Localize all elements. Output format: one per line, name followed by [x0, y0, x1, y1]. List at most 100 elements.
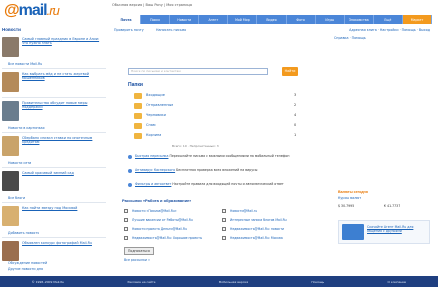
info-text: Пересылайте письма с важными сообщениями… — [169, 154, 290, 158]
info-link[interactable]: Фильтры и автоответ — [135, 182, 171, 186]
subscription-item[interactable]: Лучшие вакансии от Работы@Mail.Ru — [124, 217, 220, 225]
subscription-item[interactable]: Интересные записи блогов Mail.Ru — [222, 217, 318, 225]
news-title[interactable]: Сбербанк снизил ставки по ипотечным кред… — [22, 136, 104, 144]
subscription-checkbox[interactable] — [124, 236, 128, 240]
divider — [2, 68, 106, 69]
promo-image — [342, 224, 364, 240]
subscription-name[interactable]: Новости@Mail.ru — [230, 209, 257, 213]
folder-icon — [134, 113, 142, 119]
subscription-item[interactable]: Недвижимость@Mail.Ru: Хорошие проекты — [124, 235, 220, 243]
agent-promo[interactable]: Скачайте Агент Mail.Ru для общения с дру… — [338, 220, 430, 244]
subscription-item[interactable]: Новости «Письма@Mail.Ru» — [124, 208, 220, 216]
tab-video[interactable]: Видео — [257, 15, 287, 24]
write-letter-link[interactable]: Написать письмо — [156, 28, 186, 32]
info-link[interactable]: Антивирус Касперского — [135, 168, 175, 172]
tab-photo[interactable]: Фото — [287, 15, 316, 24]
all-subscriptions-link[interactable]: Все рассылки » — [124, 258, 150, 262]
news-title[interactable]: Правительство обсудит новые меры поддерж… — [22, 101, 104, 109]
news-link[interactable]: Все блоги — [8, 196, 25, 200]
subscription-name[interactable]: Недвижимость@Mail.Ru: Хорошие проекты — [132, 236, 202, 240]
folder-name[interactable]: Входящие — [146, 93, 165, 97]
subscription-item[interactable]: Новости проекта Деньги@Mail.Ru — [124, 226, 220, 234]
folder-drafts[interactable]: Черновики 4 — [134, 112, 314, 121]
subscription-checkbox[interactable] — [222, 236, 226, 240]
folder-count: 3 — [294, 93, 297, 97]
news-item[interactable]: Правительство обсудит новые меры поддерж… — [2, 99, 106, 125]
subscription-checkbox[interactable] — [124, 227, 128, 231]
news-item[interactable]: Как найти звезду под Москвой — [2, 204, 106, 230]
account-links[interactable]: Адресная книга · Настройки · Помощь · Вы… — [349, 28, 430, 32]
promo-text[interactable]: Скачайте Агент Mail.Ru для общения с дру… — [367, 225, 429, 233]
currency-eur: € 41.7737 — [384, 204, 401, 208]
footer-link[interactable]: Реклама на сайте — [127, 280, 155, 284]
footer-link[interactable]: Мобильная версия — [219, 280, 248, 284]
tab-mail[interactable]: Почта — [112, 15, 142, 24]
subscription-name[interactable]: Недвижимость@Mail.Ru: Москва — [230, 236, 283, 240]
folder-count: 1 — [294, 133, 297, 137]
currency-usd: $ 30.7995 — [338, 204, 355, 208]
subscription-name[interactable]: Интересные записи блогов Mail.Ru — [230, 218, 287, 222]
currency-link[interactable]: Курсы валют — [338, 196, 361, 200]
folder-inbox[interactable]: Входящие 3 — [134, 92, 314, 101]
news-thumbnail — [2, 206, 19, 226]
tab-news[interactable]: Новости — [170, 15, 200, 24]
tab-dating[interactable]: Знакомства — [345, 15, 374, 24]
help-links[interactable]: Справка · Помощь — [334, 36, 434, 40]
news-link[interactable]: Другие новости дня — [8, 267, 43, 271]
folder-trash[interactable]: Корзина 1 — [134, 132, 314, 141]
subscription-checkbox[interactable] — [222, 218, 226, 222]
folder-name[interactable]: Отправленные — [146, 103, 173, 107]
subscription-name[interactable]: Лучшие вакансии от Работы@Mail.Ru — [132, 218, 193, 222]
info-text: Настройте правила для входящей почты и а… — [172, 182, 284, 186]
folder-name[interactable]: Корзина — [146, 133, 161, 137]
folder-name[interactable]: Черновики — [146, 113, 166, 117]
news-item[interactable]: Как выбрать мёд и не стать жертвой мошен… — [2, 70, 106, 96]
folder-icon — [134, 133, 142, 139]
news-link[interactable]: Обсуждение новостей — [8, 261, 47, 265]
top-links-bar[interactable]: Обычная версия | Ваш Pony | Моя страница — [112, 3, 432, 11]
mail-main: Поиск по письмам и контактам Найти Папки… — [112, 36, 320, 276]
tab-my-world[interactable]: Мой Мир — [228, 15, 258, 24]
check-mail-link[interactable]: Проверить почту — [114, 28, 144, 32]
news-item[interactable]: Самый главный праздник в Европе и Азии: … — [2, 35, 106, 61]
folder-spam[interactable]: Спам 0 — [134, 122, 314, 131]
folder-sent[interactable]: Отправленные 2 — [134, 102, 314, 111]
subscription-checkbox[interactable] — [124, 218, 128, 222]
subscribe-button[interactable]: Подписаться — [124, 247, 154, 255]
subscription-name[interactable]: Недвижимость@Mail.Ru: новости — [230, 227, 284, 231]
info-link[interactable]: Быстрая пересылка — [135, 154, 168, 158]
subscription-checkbox[interactable] — [124, 209, 128, 213]
tab-more[interactable]: Ещё — [374, 15, 403, 24]
tab-agent[interactable]: Агент — [199, 15, 229, 24]
news-title[interactable]: Самый красивый зимний сад — [22, 171, 104, 175]
subscription-item[interactable]: Недвижимость@Mail.Ru: новости — [222, 226, 318, 234]
subscription-item[interactable]: Новости@Mail.ru — [222, 208, 318, 216]
tab-search[interactable]: Поиск — [141, 15, 171, 24]
news-link[interactable]: Добавить новость — [8, 231, 39, 235]
news-title[interactable]: Объявлен конкурс фотографий Mail.Ru — [22, 241, 104, 245]
search-input[interactable]: Поиск по письмам и контактам — [128, 68, 268, 75]
news-sidebar: Новости Самый главный праздник в Европе … — [2, 27, 106, 272]
tab-games[interactable]: Игры — [316, 15, 345, 24]
news-item[interactable]: Сбербанк снизил ставки по ипотечным кред… — [2, 134, 106, 160]
news-title[interactable]: Самый главный праздник в Европе и Азии: … — [22, 37, 104, 45]
news-link[interactable]: Новости в картинках — [8, 126, 45, 130]
footer-link[interactable]: Помощь — [311, 280, 324, 284]
subscription-name[interactable]: Новости «Письма@Mail.Ru» — [132, 209, 177, 213]
folder-name[interactable]: Спам — [146, 123, 156, 127]
mailru-logo[interactable]: @mail.ru — [4, 2, 74, 20]
subscription-name[interactable]: Новости проекта Деньги@Mail.Ru — [132, 227, 187, 231]
news-link[interactable]: Все новости Mail.Ru — [8, 62, 42, 66]
footer-link[interactable]: О компании — [387, 280, 406, 284]
tab-market[interactable]: Маркет — [402, 15, 433, 24]
news-link[interactable]: Новости сети — [8, 161, 31, 165]
news-title[interactable]: Как найти звезду под Москвой — [22, 206, 104, 210]
news-item[interactable]: Самый красивый зимний сад — [2, 169, 106, 195]
footer-link[interactable]: © 1998–2009 Mail.Ru — [32, 280, 65, 284]
search-button[interactable]: Найти — [282, 67, 298, 76]
news-title[interactable]: Как выбрать мёд и не стать жертвой мошен… — [22, 72, 104, 80]
subscription-item[interactable]: Недвижимость@Mail.Ru: Москва — [222, 235, 318, 243]
subscription-checkbox[interactable] — [222, 227, 226, 231]
info-icon — [128, 169, 132, 173]
subscription-checkbox[interactable] — [222, 209, 226, 213]
